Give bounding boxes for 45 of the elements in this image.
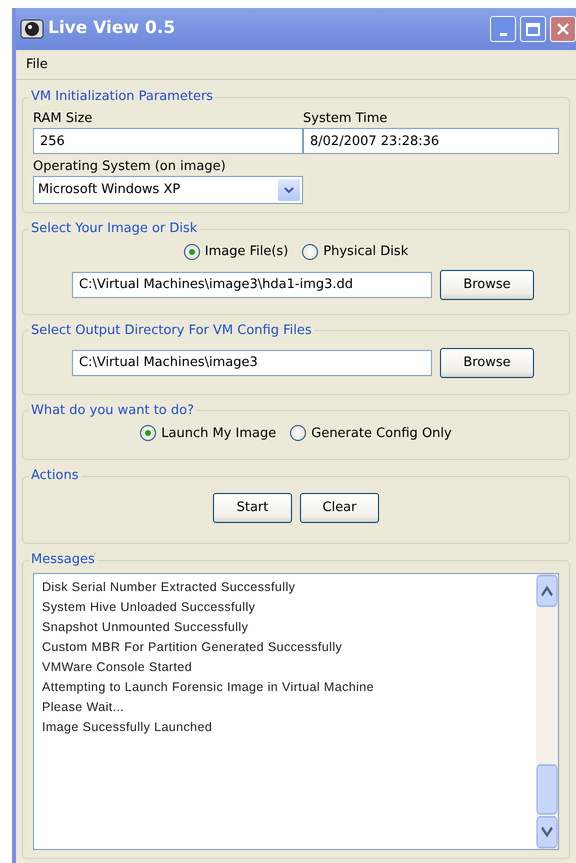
dropdown[interactable]: Microsoft Windows XP	[33, 176, 303, 204]
radio-button[interactable]	[184, 244, 200, 260]
camera-eye-icon	[20, 18, 44, 40]
radio-label[interactable]: Physical Disk	[323, 242, 408, 262]
radio-label[interactable]: Launch My Image	[161, 424, 276, 443]
minimize-icon	[498, 32, 508, 36]
radio-button[interactable]	[140, 425, 156, 442]
scrollbar-drawing[interactable]	[536, 574, 558, 849]
log-line: Please Wait...	[42, 699, 126, 716]
log-line: VMWare Console Started	[42, 659, 194, 676]
text-field[interactable]: C:\Virtual Machines\image3	[72, 350, 432, 376]
text-field[interactable]: C:\Virtual Machines\image3\hda1-img3.dd	[72, 272, 432, 298]
group-title: Select Your Image or Disk	[30, 220, 198, 238]
radio-label[interactable]: Image File(s)	[204, 242, 288, 262]
maximize-icon	[526, 22, 540, 36]
radio-button[interactable]	[302, 244, 318, 260]
menu-item[interactable]: File	[22, 54, 52, 74]
action-button[interactable]: Start	[213, 493, 292, 523]
log-line: Image Sucessfully Launched	[42, 719, 214, 736]
radio-button[interactable]	[290, 425, 306, 442]
close-icon	[557, 23, 569, 35]
field-label: RAM Size	[33, 110, 94, 128]
group-title: Messages	[30, 551, 96, 569]
browse-button[interactable]: Browse	[440, 270, 534, 300]
group-title: Actions	[30, 467, 80, 485]
group-title: What do you want to do?	[30, 402, 196, 420]
close-button[interactable]	[550, 16, 576, 42]
minimize-button[interactable]	[490, 16, 516, 42]
log-line: Disk Serial Number Extracted Successfully	[42, 579, 296, 596]
log-line: Attempting to Launch Forensic Image in Virtual Machine	[42, 679, 375, 696]
field-label: System Time	[303, 110, 388, 128]
group-title: VM Initialization Parameters	[30, 88, 214, 106]
log-line: System Hive Unloaded Successfully	[42, 599, 256, 616]
chevron-down-icon	[284, 186, 294, 194]
radio-label[interactable]: Generate Config Only	[311, 424, 452, 443]
text-field[interactable]: 256	[33, 128, 303, 154]
window-title: Live View 0.5	[48, 17, 176, 40]
log-line: Snapshot Unmounted Successfully	[42, 619, 250, 636]
action-button[interactable]: Clear	[300, 493, 379, 523]
maximize-button[interactable]	[520, 16, 546, 42]
log-line: Custom MBR For Partition Generated Successfully	[42, 639, 344, 656]
text-field[interactable]: 8/02/2007 23:28:36	[303, 128, 559, 154]
group-title: Select Output Directory For VM Config Files	[30, 322, 313, 340]
field-label: Operating System (on image)	[33, 158, 227, 176]
browse-button[interactable]: Browse	[440, 348, 534, 378]
